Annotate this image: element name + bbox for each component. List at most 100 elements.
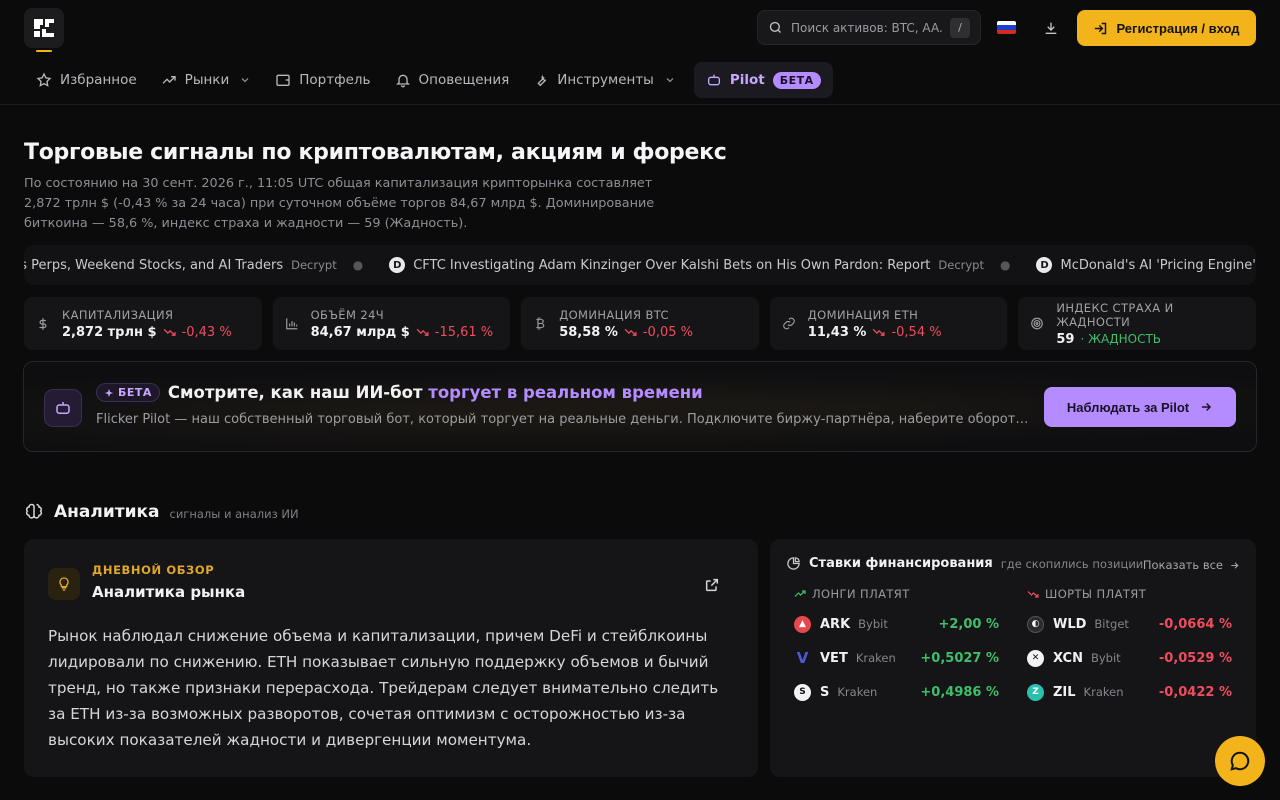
coin-rate: -0,0529 % (1158, 650, 1232, 666)
longs-header: ЛОНГИ ПЛАТЯТ (794, 587, 999, 601)
show-all-link[interactable]: Показать все (1143, 558, 1240, 572)
analytics-subtitle: сигналы и анализ ИИ (169, 506, 299, 521)
stat-label: КАПИТАЛИЗАЦИЯ (62, 307, 174, 322)
search-icon (769, 21, 781, 33)
stat-label: ДОМИНАЦИЯ BTC (559, 307, 669, 322)
stat-market-cap[interactable]: КАПИТАЛИЗАЦИЯ 2,872 трлн $ -0,43 % (24, 297, 262, 350)
language-flag-icon[interactable] (997, 21, 1016, 34)
chat-bubble-icon (1230, 751, 1250, 771)
stat-change: -0,43 % (181, 324, 232, 340)
bot-icon (707, 74, 720, 86)
funding-row[interactable]: V VET Kraken +0,5027 % (794, 641, 999, 675)
logo[interactable] (24, 8, 64, 48)
nav-markets[interactable]: Рынки (149, 62, 264, 98)
ticker-item[interactable]: ds Perps, Weekend Stocks, and AI Traders… (24, 258, 363, 273)
trend-down-icon (416, 328, 429, 336)
target-icon (1030, 316, 1044, 331)
external-link-icon[interactable] (704, 577, 720, 593)
ticker-item-title: McDonald's AI 'Pricing Engine' Gauge (1060, 257, 1256, 273)
stat-fear-greed[interactable]: ИНДЕКС СТРАХА И ЖАДНОСТИ 59 · ЖАДНОСТЬ (1018, 297, 1256, 350)
longs-column: ЛОНГИ ПЛАТЯТ ▲ ARK Bybit +2,00 % V VET K… (794, 587, 999, 709)
ticker-item[interactable]: D CFTC Investigating Adam Kinzinger Over… (389, 257, 1010, 273)
coin-exchange: Kraken (1083, 685, 1124, 699)
ticker-separator: ● (352, 258, 364, 272)
ticker-item[interactable]: D McDonald's AI 'Pricing Engine' Gauge (1036, 257, 1256, 273)
longs-label: ЛОНГИ ПЛАТЯТ (812, 587, 910, 601)
arrow-right-icon (1202, 403, 1212, 411)
shorts-header: ШОРТЫ ПЛАТЯТ (1027, 587, 1232, 601)
bell-icon (395, 74, 410, 88)
register-login-button[interactable]: Регистрация / вход (1077, 10, 1256, 46)
nav-favorites-label: Избранное (60, 72, 137, 88)
stat-value: 2,872 трлн $ (62, 324, 157, 340)
search-input[interactable] (791, 20, 942, 35)
download-button[interactable] (1041, 18, 1061, 38)
funding-subtitle: где скопились позиции (1000, 556, 1144, 571)
coin-symbol: WLD (1053, 616, 1087, 632)
chevron-down-icon (241, 78, 249, 83)
nav-portfolio[interactable]: Портфель (263, 62, 382, 98)
star-icon (36, 72, 52, 87)
nav-favorites[interactable]: Избранное (24, 62, 149, 98)
ticker-item-title: ds Perps, Weekend Stocks, and AI Traders (24, 257, 284, 273)
analytics-title: Аналитика (54, 502, 160, 522)
coin-exchange: Kraken (837, 685, 878, 699)
pilot-banner: БЕТА Смотрите, как наш ИИ-бот торгует в … (23, 361, 1257, 452)
watch-pilot-button[interactable]: Наблюдать за Pilot (1044, 387, 1236, 427)
search-shortcut: / (950, 17, 970, 38)
funding-row[interactable]: S S Kraken +0,4986 % (794, 675, 999, 709)
coin-symbol: VET (820, 650, 848, 666)
decrypt-logo-icon: D (389, 257, 406, 273)
funding-row[interactable]: ▲ ARK Bybit +2,00 % (794, 607, 999, 641)
banner-title-row: БЕТА Смотрите, как наш ИИ-бот торгует в … (96, 383, 703, 402)
nav-pilot[interactable]: Pilot БЕТА (693, 62, 833, 98)
ticker-item-source: Decrypt (938, 258, 984, 272)
nav-alerts[interactable]: Оповещения (383, 62, 522, 98)
download-icon (1045, 22, 1057, 34)
register-login-label: Регистрация / вход (1116, 20, 1240, 36)
logo-underline (36, 50, 52, 52)
funding-row[interactable]: ◐ WLD Bitget -0,0664 % (1027, 607, 1232, 641)
stat-eth-dominance[interactable]: ДОМИНАЦИЯ ETH 11,43 % -0,54 % (769, 297, 1008, 350)
trend-down-icon (873, 328, 886, 336)
trend-down-icon (624, 328, 637, 336)
lightbulb-icon (48, 568, 80, 600)
bitcoin-icon: ₿ (535, 316, 545, 332)
funding-row[interactable]: Z ZIL Kraken -0,0422 % (1027, 675, 1232, 709)
logo-icon (34, 19, 54, 37)
page-title: Торговые сигналы по криптовалютам, акция… (24, 140, 727, 165)
xcn-coin-icon: ✕ (1027, 649, 1044, 667)
nav-alerts-label: Оповещения (418, 72, 510, 88)
news-ticker: ds Perps, Weekend Stocks, and AI Traders… (24, 245, 1256, 285)
main-nav: Избранное Рынки Портфель Оповещения Инст… (24, 62, 833, 98)
chat-button[interactable] (1215, 736, 1265, 786)
stat-value: 58,58 % (559, 324, 618, 340)
stat-change: -0,05 % (642, 324, 693, 340)
sparkle-icon (104, 388, 114, 397)
watch-pilot-label: Наблюдать за Pilot (1066, 399, 1190, 415)
pilot-beta-badge: БЕТА (772, 71, 821, 89)
daily-overview-card: ДНЕВНОЙ ОБЗОР Аналитика рынка Рынок набл… (24, 539, 758, 777)
s-coin-icon: S (794, 683, 811, 701)
dollar-icon (36, 316, 50, 332)
nav-tools[interactable]: Инструменты (521, 62, 688, 98)
banner-title: Смотрите, как наш ИИ-бот торгует в реаль… (168, 383, 703, 402)
coin-symbol: XCN (1053, 650, 1083, 666)
coin-exchange: Kraken (855, 651, 896, 665)
stat-value: 59 (1056, 331, 1075, 347)
shorts-label: ШОРТЫ ПЛАТЯТ (1045, 587, 1147, 601)
coin-rate: +2,00 % (938, 616, 999, 632)
coin-symbol: ZIL (1053, 684, 1076, 700)
shorts-column: ШОРТЫ ПЛАТЯТ ◐ WLD Bitget -0,0664 % ✕ XC… (1027, 587, 1232, 709)
funding-row[interactable]: ✕ XCN Bybit -0,0529 % (1027, 641, 1232, 675)
overview-title: Аналитика рынка (92, 583, 246, 601)
stat-btc-dominance[interactable]: ₿ ДОМИНАЦИЯ BTC 58,58 % -0,05 % (521, 297, 759, 350)
banner-title-main: Смотрите, как наш ИИ-бот (167, 383, 429, 402)
wallet-icon (276, 74, 290, 86)
ark-coin-icon: ▲ (794, 615, 811, 633)
coin-exchange: Bybit (1090, 651, 1121, 665)
stat-volume-24h[interactable]: ОБЪЁМ 24Ч 84,67 млрд $ -15,61 % (272, 297, 511, 350)
coin-rate: -0,0664 % (1158, 616, 1232, 632)
page-description: По состоянию на 30 сент. 2026 г., 11:05 … (24, 176, 655, 231)
search-box[interactable]: / (757, 10, 981, 45)
